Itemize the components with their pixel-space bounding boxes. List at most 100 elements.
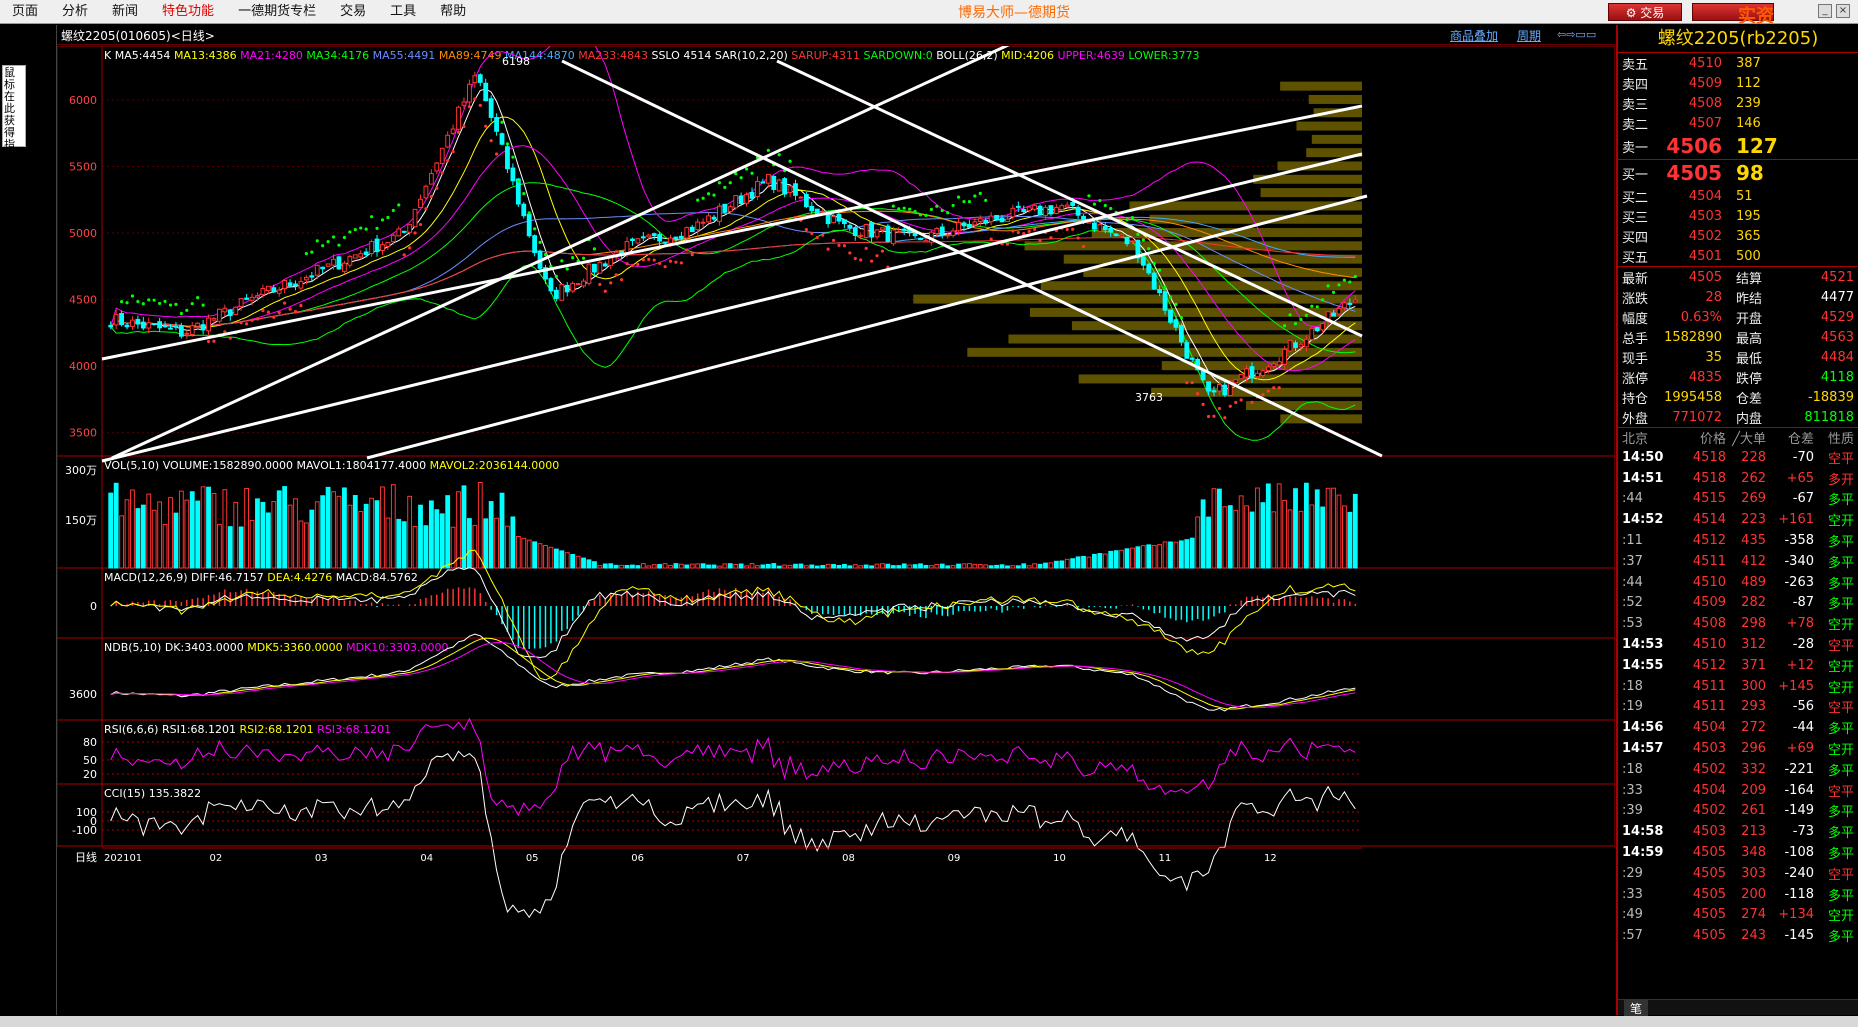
bid-volume: 365 bbox=[1736, 228, 1761, 244]
candle-body bbox=[651, 233, 657, 237]
tick-change: +134 bbox=[1778, 907, 1814, 923]
menu-item-5[interactable]: 交易 bbox=[328, 0, 378, 24]
sar-dot bbox=[728, 181, 732, 185]
menu-item-7[interactable]: 帮助 bbox=[428, 0, 478, 24]
tick-row: 14:56 4504 272 -44 多平 bbox=[1618, 717, 1858, 738]
tick-change: -221 bbox=[1784, 761, 1814, 777]
indicator-label: SARUP:4311 bbox=[791, 49, 863, 62]
volume-profile-bar bbox=[1296, 121, 1362, 131]
tick-time: :18 bbox=[1622, 761, 1643, 777]
menu-item-3[interactable]: 特色功能 bbox=[150, 0, 226, 24]
minimize-icon[interactable]: _ bbox=[1818, 4, 1832, 18]
tick-change: -87 bbox=[1792, 595, 1814, 611]
candle-body bbox=[1211, 390, 1217, 393]
sar-dot bbox=[391, 208, 395, 213]
stat-value: -18839 bbox=[1807, 389, 1854, 405]
volume-bar bbox=[972, 563, 978, 569]
x-tick-label: 06 bbox=[631, 853, 644, 864]
main-pane[interactable] bbox=[56, 45, 1616, 457]
chart-nav-icon[interactable]: ⇦⇨▭▭ bbox=[1557, 28, 1596, 41]
candle-body bbox=[738, 195, 744, 204]
volume-bar bbox=[1151, 545, 1157, 569]
indicator-label: MA55:4491 bbox=[373, 49, 439, 62]
candle-body bbox=[1265, 366, 1271, 372]
stat-value: 4529 bbox=[1820, 309, 1854, 325]
bid-label: 买一 bbox=[1622, 167, 1649, 183]
volume-bar bbox=[923, 564, 929, 569]
candle-body bbox=[874, 229, 880, 238]
tick-type: 多平 bbox=[1827, 493, 1854, 509]
ask-volume: 239 bbox=[1736, 95, 1761, 111]
volume-bar bbox=[374, 500, 380, 569]
candle-body bbox=[733, 195, 739, 209]
tick-price: 4514 bbox=[1692, 512, 1726, 528]
sar-dot bbox=[641, 258, 645, 262]
indicator-label: MA34:4176 bbox=[306, 49, 372, 62]
chart-svg[interactable]: K MA5:4454 MA13:4386 MA21:4280 MA34:4176… bbox=[56, 31, 1616, 1016]
candle-body bbox=[363, 251, 369, 256]
menu-item-4[interactable]: 一德期货专栏 bbox=[226, 0, 328, 24]
chart-area[interactable]: K MA5:4454 MA13:4386 MA21:4280 MA34:4176… bbox=[56, 31, 1616, 1016]
sar-dot bbox=[359, 226, 363, 230]
tick-volume: 262 bbox=[1741, 470, 1766, 486]
volume-bar bbox=[695, 563, 701, 569]
candle-body bbox=[189, 325, 195, 336]
volume-bar bbox=[499, 492, 505, 569]
volume-bar bbox=[1309, 504, 1315, 569]
volume-bar bbox=[1265, 483, 1271, 569]
volume-profile-bar bbox=[1280, 81, 1362, 91]
volume-bar bbox=[1298, 510, 1304, 569]
menu-item-1[interactable]: 分析 bbox=[50, 0, 100, 24]
sar-dot bbox=[130, 294, 135, 298]
sar-dot bbox=[446, 159, 450, 163]
tick-volume: 312 bbox=[1741, 637, 1766, 653]
candle-body bbox=[157, 321, 163, 329]
sar-dot bbox=[739, 176, 743, 180]
stat-value: 4505 bbox=[1688, 269, 1722, 285]
candle-body bbox=[1249, 366, 1255, 379]
tick-tab[interactable]: 笔 bbox=[1624, 1000, 1649, 1017]
x-tick-label: 08 bbox=[842, 853, 855, 864]
candle-body bbox=[901, 228, 907, 231]
menu-item-6[interactable]: 工具 bbox=[378, 0, 428, 24]
left-tip: 鼠标 在 此 获得指定 内 bbox=[2, 65, 26, 175]
close-icon[interactable]: × bbox=[1836, 4, 1850, 18]
volume-bar bbox=[1064, 558, 1070, 569]
sar-dot bbox=[571, 256, 575, 260]
sar-dot bbox=[321, 244, 325, 248]
candle-body bbox=[178, 325, 184, 337]
cci-pane[interactable] bbox=[56, 783, 1616, 847]
indicator-label: LOWER:3773 bbox=[1128, 49, 1199, 62]
ask-row: 卖三 4508 239 bbox=[1618, 93, 1858, 113]
sar-dot bbox=[1250, 400, 1254, 404]
candle-body bbox=[890, 229, 896, 245]
stat-row: 涨跌 28 昨结 4477 bbox=[1618, 287, 1858, 307]
sar-dot bbox=[1206, 414, 1211, 419]
stat-row: 涨停 4835 跌停 4118 bbox=[1618, 367, 1858, 387]
volume-bar bbox=[934, 563, 940, 569]
volume-bar bbox=[178, 490, 184, 569]
candle-body bbox=[461, 101, 467, 106]
indicator-label: DK:3403.0000 bbox=[165, 641, 247, 654]
menu-item-0[interactable]: 页面 bbox=[0, 0, 50, 24]
volume-bar bbox=[776, 565, 782, 569]
candle-body bbox=[706, 215, 711, 223]
sar-dot bbox=[348, 230, 352, 234]
indicator-label: UPPER:4639 bbox=[1058, 49, 1129, 62]
sar-dot bbox=[1179, 315, 1183, 320]
indicator-label: VOL(5,10) bbox=[104, 459, 163, 472]
tick-volume: 348 bbox=[1741, 845, 1766, 861]
overlay-button[interactable]: 商品叠加 bbox=[1450, 27, 1498, 44]
period-button[interactable]: 周期 bbox=[1517, 27, 1541, 44]
sar-dot bbox=[196, 295, 200, 300]
sar-dot bbox=[283, 301, 287, 305]
tick-price: 4512 bbox=[1692, 533, 1726, 549]
menu-item-2[interactable]: 新闻 bbox=[100, 0, 150, 24]
candle-body bbox=[499, 133, 505, 145]
candle-body bbox=[151, 323, 157, 326]
candle-body bbox=[918, 237, 923, 241]
sar-dot bbox=[859, 258, 863, 262]
trade-button[interactable]: ⚙ 交易 bbox=[1608, 3, 1682, 21]
tick-list[interactable]: 14:50 4518 228 -70 空平 14:51 4518 262 +65 多开:44 451… bbox=[1618, 447, 1858, 946]
sar-dot bbox=[484, 124, 488, 128]
